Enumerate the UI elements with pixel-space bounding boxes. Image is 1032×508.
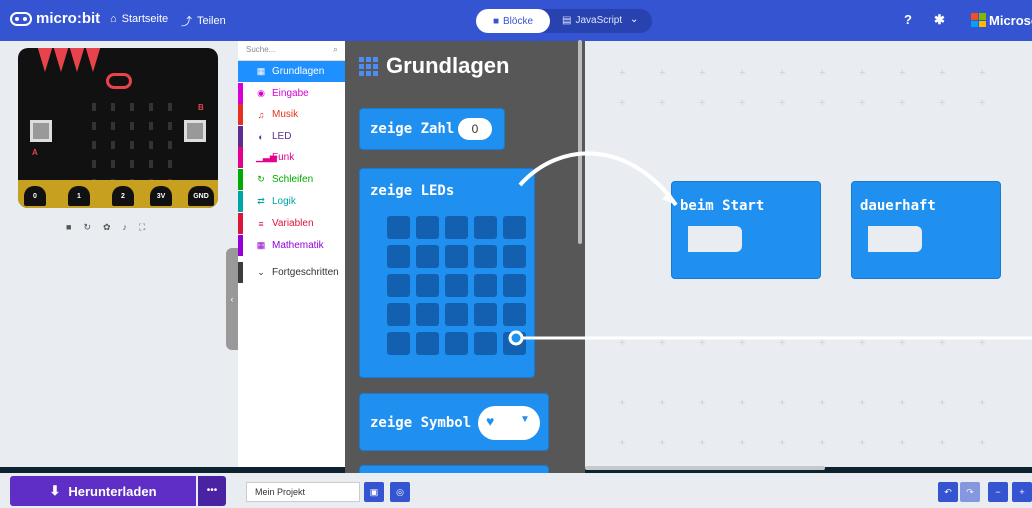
more-options-button[interactable]: ••• [198, 476, 226, 506]
redo-button[interactable]: ↷ [960, 482, 980, 502]
save-button[interactable]: ▣ [364, 482, 384, 502]
project-name-input[interactable]: Mein Projekt [246, 482, 360, 502]
download-label: Herunterladen [68, 483, 157, 499]
zoom-out-button[interactable]: − [988, 482, 1008, 502]
arrow-head-icon [662, 192, 676, 205]
github-button[interactable]: ◎ [390, 482, 410, 502]
redo-icon: ↷ [966, 487, 974, 497]
pointer-dot [508, 330, 524, 346]
download-icon: ⬇ [49, 483, 61, 498]
plus-icon: + [1019, 487, 1025, 497]
minus-icon: − [995, 487, 1001, 497]
undo-button[interactable]: ↶ [938, 482, 958, 502]
bottom-bar: ⬇ Herunterladen ••• Mein Projekt ▣ ◎ ↶ ↷… [0, 473, 1032, 508]
zoom-in-button[interactable]: + [1012, 482, 1032, 502]
tutorial-arrows [508, 151, 1032, 346]
download-button[interactable]: ⬇ Herunterladen [10, 476, 196, 506]
drag-arrow-curve [518, 151, 678, 207]
undo-icon: ↶ [944, 487, 952, 497]
save-icon: ▣ [369, 487, 379, 497]
github-icon: ◎ [396, 487, 404, 497]
